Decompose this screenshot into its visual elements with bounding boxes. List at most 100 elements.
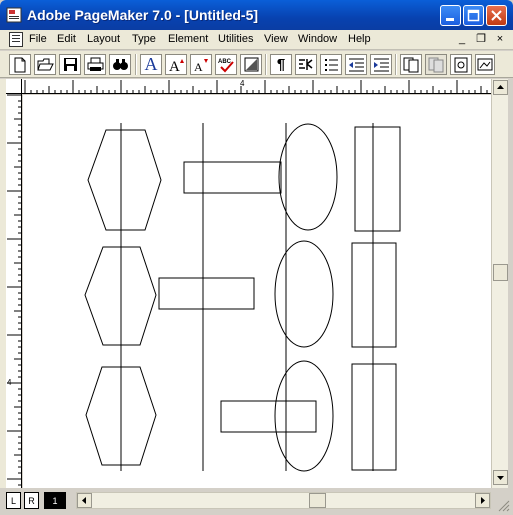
menu-edit[interactable]: Edit <box>57 33 76 45</box>
page-1-icon[interactable]: 1 <box>44 492 66 509</box>
indent-tabs-button[interactable] <box>295 54 317 75</box>
rectangle-shape[interactable] <box>158 277 255 310</box>
left-master-label: L <box>10 496 16 506</box>
copy-page-icon <box>428 57 443 72</box>
text-icon: A <box>144 54 158 74</box>
menu-help[interactable]: Help <box>348 33 371 45</box>
tall-rectangle-shape[interactable] <box>351 242 397 348</box>
horizontal-ruler[interactable]: 4 <box>22 79 491 94</box>
maximize-button[interactable] <box>463 5 484 26</box>
find-button[interactable] <box>109 54 131 75</box>
svg-text:A: A <box>169 59 180 73</box>
vertical-scrollbar[interactable] <box>491 79 508 488</box>
font-size-up-button[interactable]: A <box>165 54 187 75</box>
close-icon <box>491 10 502 21</box>
toolbar-separator <box>135 54 137 75</box>
paragraph-button[interactable]: ¶ <box>270 54 292 75</box>
doc-close-button[interactable]: × <box>493 33 507 46</box>
menu-window[interactable]: Window <box>298 33 337 45</box>
doc-restore-button[interactable]: ❐ <box>474 33 488 46</box>
title-bar[interactable]: Adobe PageMaker 7.0 - [Untitled-5] <box>0 0 513 30</box>
scroll-left-button[interactable] <box>77 493 92 508</box>
scroll-up-button[interactable] <box>493 80 508 95</box>
menu-utilities[interactable]: Utilities <box>218 33 253 45</box>
horizontal-scroll-thumb[interactable] <box>309 493 326 508</box>
decrease-indent-button[interactable] <box>345 54 367 75</box>
increase-indent-icon <box>373 58 389 72</box>
print-icon <box>87 57 103 71</box>
window-title: Adobe PageMaker 7.0 - [Untitled-5] <box>27 7 259 23</box>
increase-indent-button[interactable] <box>370 54 392 75</box>
minimize-button[interactable] <box>440 5 461 26</box>
right-master-page-icon[interactable]: R <box>24 492 39 509</box>
drawing-layer <box>84 123 401 472</box>
fill-button[interactable] <box>240 54 262 75</box>
maximize-icon <box>467 9 480 22</box>
toolbar-separator <box>395 54 397 75</box>
paragraph-icon: ¶ <box>276 56 286 73</box>
tall-rectangle-shape[interactable] <box>354 126 401 232</box>
page-canvas[interactable] <box>23 95 491 488</box>
tall-rectangle-shape[interactable] <box>351 363 397 471</box>
new-button[interactable] <box>9 54 31 75</box>
font-size-down-icon: A <box>194 58 208 73</box>
rectangle-shape[interactable] <box>183 161 282 194</box>
menu-element[interactable]: Element <box>168 33 208 45</box>
resize-grip[interactable] <box>496 498 510 512</box>
arrow-left-icon <box>82 497 86 504</box>
image-frame-icon <box>477 58 493 71</box>
master-page-button[interactable] <box>400 54 422 75</box>
spelling-button[interactable]: ABC <box>215 54 237 75</box>
close-button[interactable] <box>486 5 507 26</box>
fill-icon <box>244 57 258 72</box>
horizontal-scrollbar[interactable] <box>76 492 491 509</box>
menu-view[interactable]: View <box>264 33 288 45</box>
bullets-icon <box>324 59 338 71</box>
indent-icon <box>298 59 312 70</box>
ellipse-shape[interactable] <box>278 123 338 231</box>
arrow-down-icon <box>497 476 504 480</box>
open-button[interactable] <box>34 54 56 75</box>
menu-type[interactable]: Type <box>132 33 156 45</box>
image-frame-button[interactable] <box>475 54 495 75</box>
scroll-down-button[interactable] <box>493 470 508 485</box>
scroll-right-button[interactable] <box>475 493 490 508</box>
arrow-up-icon <box>497 85 504 89</box>
rectangle-shape[interactable] <box>220 400 317 433</box>
ellipse-shape[interactable] <box>274 240 334 348</box>
minimize-icon <box>446 18 454 21</box>
copy-page-button[interactable] <box>425 54 447 75</box>
doc-minimize-button[interactable]: _ <box>455 33 469 46</box>
save-icon <box>63 58 77 71</box>
open-icon <box>36 58 54 71</box>
resize-grip-icon <box>498 500 510 512</box>
master-page-icon <box>403 57 418 72</box>
place-button[interactable] <box>450 54 472 75</box>
toolbar-separator <box>265 54 267 75</box>
ruler-origin[interactable] <box>6 79 22 94</box>
right-master-label: R <box>28 496 35 506</box>
svg-text:ABC: ABC <box>218 59 232 65</box>
font-size-down-button[interactable]: A <box>190 54 212 75</box>
current-page-label: 1 <box>52 496 58 506</box>
pagemaker-window: Adobe PageMaker 7.0 - [Untitled-5] File … <box>0 0 513 515</box>
toolbar: A A A ABC ¶ <box>0 51 513 78</box>
vertical-ruler-ticks <box>7 94 22 486</box>
print-button[interactable] <box>84 54 106 75</box>
horizontal-ruler-ticks <box>24 80 488 94</box>
spelling-icon: ABC <box>218 59 234 73</box>
bullets-button[interactable] <box>320 54 342 75</box>
save-button[interactable] <box>59 54 81 75</box>
text-button[interactable]: A <box>140 54 162 75</box>
arrow-right-icon <box>481 497 485 504</box>
menu-bar: File Edit Layout Type Element Utilities … <box>0 30 513 50</box>
vertical-ruler[interactable]: 4 <box>6 94 22 488</box>
menu-layout[interactable]: Layout <box>87 33 120 45</box>
document-menu-icon[interactable] <box>9 32 23 47</box>
new-icon <box>14 57 26 72</box>
menu-file[interactable]: File <box>29 33 47 45</box>
hexagon-shape[interactable] <box>87 129 162 231</box>
ellipse-shape[interactable] <box>274 360 334 472</box>
left-master-page-icon[interactable]: L <box>6 492 21 509</box>
vertical-scroll-thumb[interactable] <box>493 264 508 281</box>
